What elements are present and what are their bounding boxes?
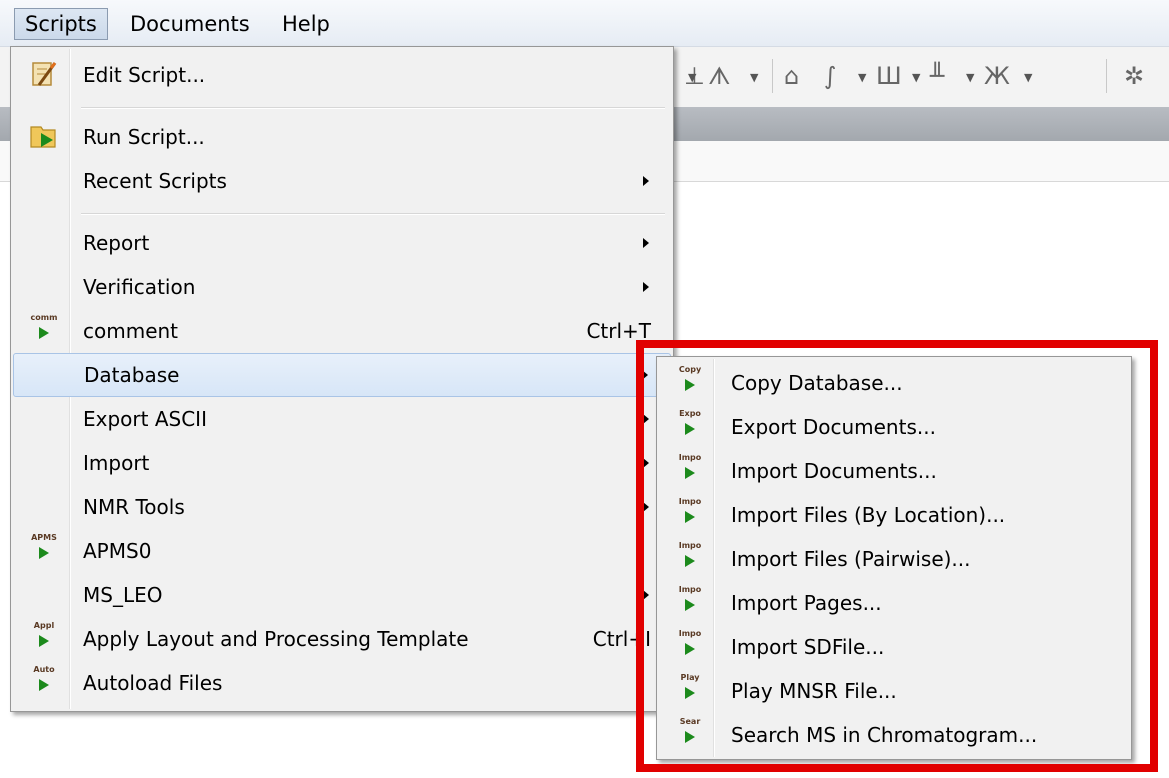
menu-item-shortcut: Ctrl+I xyxy=(592,627,651,651)
script-icon: APMS xyxy=(29,533,59,569)
menu-item-label: MS_LEO xyxy=(83,583,163,607)
submenu-item-search-ms-in-chromatogram[interactable]: Sear Search MS in Chromatogram... xyxy=(659,713,1129,757)
menu-help[interactable]: Help xyxy=(272,8,340,40)
chevron-down-icon[interactable]: ▼ xyxy=(750,71,758,84)
script-icon: Impo xyxy=(675,585,705,621)
submenu-item-play-mnsr-file[interactable]: Play Play MNSR File... xyxy=(659,669,1129,713)
submenu-arrow-icon xyxy=(643,282,649,292)
menu-item-label: Import Files (By Location)... xyxy=(731,503,1006,527)
script-icon: Impo xyxy=(675,629,705,665)
menu-item-label: Run Script... xyxy=(83,125,205,149)
submenu-item-import-pages[interactable]: Impo Import Pages... xyxy=(659,581,1129,625)
menu-item-comment[interactable]: comm comment Ctrl+T xyxy=(13,309,671,353)
submenu-item-copy-database[interactable]: Copy Copy Database... xyxy=(659,361,1129,405)
script-icon: Appl xyxy=(29,621,59,657)
menu-item-database[interactable]: Database xyxy=(13,353,671,397)
menu-item-label: Apply Layout and Processing Template xyxy=(83,627,469,651)
chevron-down-icon[interactable]: ▼ xyxy=(858,71,866,84)
menu-item-label: Play MNSR File... xyxy=(731,679,897,703)
menu-item-label: Report xyxy=(83,231,150,255)
integral-tool-icon[interactable]: ∫ xyxy=(824,61,837,91)
script-icon: Play xyxy=(675,673,705,709)
menu-item-run-script[interactable]: Run Script... xyxy=(13,115,671,159)
multiplet-tool-icon[interactable]: Ш xyxy=(876,61,902,91)
toolbar-separator xyxy=(772,59,773,93)
menu-item-label: Verification xyxy=(83,275,196,299)
menu-item-label: NMR Tools xyxy=(83,495,185,519)
gsd-icon[interactable]: ✲ xyxy=(1124,61,1144,91)
chevron-down-icon[interactable]: ▼ xyxy=(1024,71,1032,84)
edit-script-icon xyxy=(29,57,59,93)
menu-item-label: Database xyxy=(84,363,180,387)
menu-documents[interactable]: Documents xyxy=(120,8,260,40)
menu-item-label: Export ASCII xyxy=(83,407,207,431)
baseline-tool-icon[interactable]: ╨ xyxy=(930,61,944,91)
menu-item-label: Edit Script... xyxy=(83,63,206,87)
menu-item-label: comment xyxy=(83,319,179,343)
script-icon: Expo xyxy=(675,409,705,445)
menu-scripts[interactable]: Scripts xyxy=(14,8,108,40)
menu-item-label: Import Files (Pairwise)... xyxy=(731,547,971,571)
submenu-item-export-documents[interactable]: Expo Export Documents... xyxy=(659,405,1129,449)
submenu-arrow-icon xyxy=(643,414,649,424)
menu-item-label: APMS0 xyxy=(83,539,152,563)
menu-item-edit-script[interactable]: Edit Script... xyxy=(13,53,671,97)
submenu-item-import-files-by-location[interactable]: Impo Import Files (By Location)... xyxy=(659,493,1129,537)
menu-item-report[interactable]: Report xyxy=(13,221,671,265)
menu-item-apply-layout[interactable]: Appl Apply Layout and Processing Templat… xyxy=(13,617,671,661)
script-icon: Impo xyxy=(675,497,705,533)
tms-reference-icon[interactable]: ⌂ xyxy=(784,61,799,91)
menu-item-label: Import SDFile... xyxy=(731,635,885,659)
toolbar-separator xyxy=(1106,59,1107,93)
phase-tool-icon[interactable]: Ж xyxy=(984,61,1010,91)
chevron-down-icon[interactable]: ▼ xyxy=(688,71,696,84)
menu-item-apms0[interactable]: APMS APMS0 xyxy=(13,529,671,573)
submenu-arrow-icon xyxy=(643,176,649,186)
menu-item-label: Autoload Files xyxy=(83,671,223,695)
menu-item-label: Search MS in Chromatogram... xyxy=(731,723,1038,747)
submenu-item-import-documents[interactable]: Impo Import Documents... xyxy=(659,449,1129,493)
menu-item-label: Recent Scripts xyxy=(83,169,227,193)
peak-tool-icon[interactable]: ᗑ xyxy=(708,61,731,91)
menu-item-ms-leo[interactable]: MS_LEO xyxy=(13,573,671,617)
menu-item-import[interactable]: Import xyxy=(13,441,671,485)
submenu-arrow-icon xyxy=(643,502,649,512)
menu-item-label: Import Pages... xyxy=(731,591,882,615)
submenu-item-import-files-pairwise[interactable]: Impo Import Files (Pairwise)... xyxy=(659,537,1129,581)
menu-item-label: Import Documents... xyxy=(731,459,937,483)
chevron-down-icon[interactable]: ▼ xyxy=(912,71,920,84)
submenu-arrow-icon xyxy=(643,590,649,600)
scripts-menu: Edit Script... Run Script... Recent Scri… xyxy=(10,46,674,712)
menu-separator xyxy=(81,213,665,215)
menu-item-shortcut: Ctrl+T xyxy=(586,319,651,343)
submenu-arrow-icon xyxy=(643,238,649,248)
script-icon: Impo xyxy=(675,541,705,577)
menu-item-label: Export Documents... xyxy=(731,415,936,439)
script-icon: comm xyxy=(29,313,59,349)
script-icon: Copy xyxy=(675,365,705,401)
menu-separator xyxy=(81,107,665,109)
database-submenu: Copy Copy Database... Expo Export Docume… xyxy=(656,356,1132,760)
menu-bar: Scripts Documents Help xyxy=(0,0,1169,47)
chevron-down-icon[interactable]: ▼ xyxy=(966,71,974,84)
submenu-item-import-sdfile[interactable]: Impo Import SDFile... xyxy=(659,625,1129,669)
script-icon: Auto xyxy=(29,665,59,701)
script-icon: Sear xyxy=(675,717,705,753)
menu-item-label: Copy Database... xyxy=(731,371,903,395)
submenu-arrow-icon xyxy=(643,458,649,468)
menu-item-export-ascii[interactable]: Export ASCII xyxy=(13,397,671,441)
script-icon: Impo xyxy=(675,453,705,489)
menu-item-label: Import xyxy=(83,451,150,475)
menu-item-recent-scripts[interactable]: Recent Scripts xyxy=(13,159,671,203)
run-script-icon xyxy=(29,119,59,155)
menu-item-verification[interactable]: Verification xyxy=(13,265,671,309)
menu-item-autoload-files[interactable]: Auto Autoload Files xyxy=(13,661,671,705)
menu-item-nmr-tools[interactable]: NMR Tools xyxy=(13,485,671,529)
submenu-arrow-icon xyxy=(642,370,648,380)
